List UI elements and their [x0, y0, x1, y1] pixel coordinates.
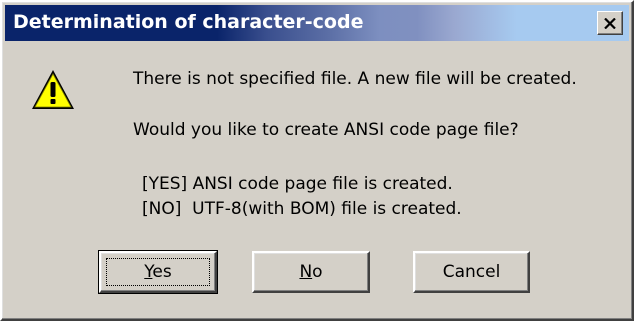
- window-title: Determination of character-code: [13, 11, 364, 33]
- message-line-4: [NO] UTF-8(with BOM) file is created.: [142, 199, 462, 219]
- no-button-label: No: [299, 262, 322, 282]
- message-line-2: Would you like to create ANSI code page …: [133, 120, 519, 140]
- yes-button-label: Yes: [144, 262, 171, 282]
- cancel-button[interactable]: Cancel: [413, 251, 530, 293]
- yes-button[interactable]: Yes: [98, 250, 218, 294]
- dialog-window: Determination of character-code There is…: [0, 0, 634, 321]
- no-button[interactable]: No: [252, 251, 370, 293]
- cancel-button-label: Cancel: [442, 262, 501, 282]
- message-line-1: There is not specified file. A new file …: [133, 69, 577, 89]
- close-icon: [604, 17, 616, 29]
- yes-label-rest: es: [152, 262, 172, 282]
- title-bar[interactable]: Determination of character-code: [5, 5, 629, 41]
- warning-icon: [32, 70, 74, 109]
- close-button[interactable]: [597, 11, 623, 35]
- message-line-3: [YES] ANSI code page file is created.: [142, 174, 453, 194]
- no-label-rest: o: [312, 262, 323, 282]
- no-mnemonic: N: [299, 262, 313, 282]
